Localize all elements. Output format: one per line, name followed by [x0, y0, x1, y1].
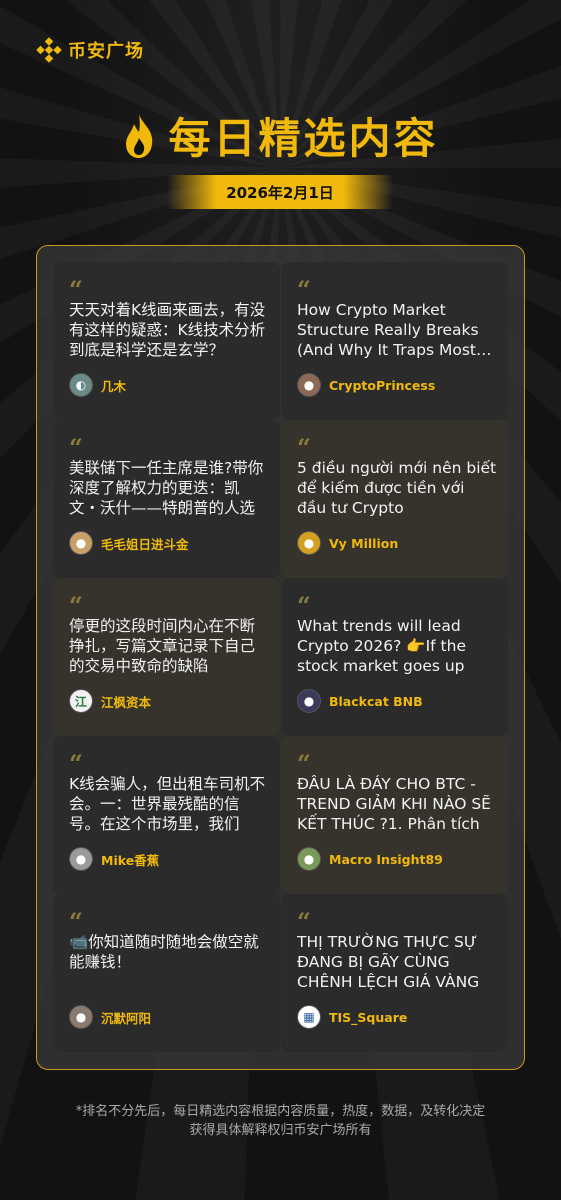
card-6[interactable]: “ What trends will lead Crypto 2026? 👉If… [281, 578, 508, 736]
author-name: Macro Insight89 [329, 851, 443, 867]
card-text: 📹你知道随时随地会做空就能赚钱！ [69, 933, 259, 971]
card-text: 停更的这段时间内心在不断挣扎，写篇文章记录下自己的交易中致命的缺陷 [69, 617, 256, 675]
author-name: Mike香蕉 [101, 852, 160, 868]
card-3[interactable]: “ 美联储下一任主席是谁?带你深度了解权力的更迭：凯文・沃什——特朗普的人选 ●… [53, 420, 280, 578]
avatar-icon: ● [297, 689, 321, 713]
flame-icon [126, 113, 153, 158]
avatar-icon: ▦ [297, 1005, 321, 1029]
card-8[interactable]: “ ĐÂU LÀ ĐÁY CHO BTC - TREND GIẢM KHI NÀ… [281, 736, 508, 894]
card-7[interactable]: “ K线会骗人，但出租车司机不会。一：世界最残酷的信号。在这个市场里，我们 ● … [53, 736, 280, 894]
card-author[interactable]: ● Macro Insight89 [297, 847, 443, 871]
featured-panel: “ 天天对着K线画来画去，有没有这样的疑惑：K线技术分析到底是科学还是玄学？ ◐… [36, 245, 525, 1070]
author-name: 江枫资本 [101, 694, 152, 710]
avatar-icon: ● [297, 373, 321, 397]
brand-name: 币安广场 [68, 41, 144, 62]
card-text: K线会骗人，但出租车司机不会。一：世界最残酷的信号。在这个市场里，我们 [69, 775, 266, 833]
footnote-line-2: 获得具体解释权归币安广场所有 [189, 1123, 372, 1138]
quote-icon: “ [69, 433, 83, 462]
quote-icon: “ [69, 907, 83, 936]
avatar-icon: ● [69, 847, 93, 871]
date-banner: 2026年2月1日 [167, 175, 393, 209]
quote-icon: “ [297, 907, 311, 936]
page-title: 每日精选内容 [168, 114, 439, 163]
card-9[interactable]: “ 📹你知道随时随地会做空就能赚钱！ ● 沉默阿阳 [53, 894, 280, 1052]
card-author[interactable]: 江 江枫资本 [69, 689, 151, 713]
card-text: 5 điều người mới nên biết để kiếm được t… [297, 459, 497, 517]
card-4[interactable]: “ 5 điều người mới nên biết để kiếm được… [281, 420, 508, 578]
card-author[interactable]: ● 沉默阿阳 [69, 1005, 151, 1029]
card-text: 美联储下一任主席是谁?带你深度了解权力的更迭：凯文・沃什——特朗普的人选 [69, 459, 264, 517]
card-2[interactable]: “ How Crypto Market Structure Really Bre… [281, 262, 508, 420]
card-1[interactable]: “ 天天对着K线画来画去，有没有这样的疑惑：K线技术分析到底是科学还是玄学？ ◐… [53, 262, 280, 420]
brand-header[interactable]: 币安广场 [36, 37, 144, 63]
card-author[interactable]: ● CryptoPrincess [297, 373, 435, 397]
quote-icon: “ [69, 749, 83, 778]
card-10[interactable]: “ THỊ TRƯỜNG THỰC SỰ ĐANG BỊ GÃY CÙNG CH… [281, 894, 508, 1052]
card-text: ĐÂU LÀ ĐÁY CHO BTC - TREND GIẢM KHI NÀO … [297, 775, 491, 833]
date-label: 2026年2月1日 [226, 183, 334, 202]
headline: 每日精选内容 [0, 105, 561, 166]
author-name: 毛毛姐日进斗金 [101, 536, 189, 552]
card-author[interactable]: ● Blackcat BNB [297, 689, 423, 713]
quote-icon: “ [297, 275, 311, 304]
card-author[interactable]: ▦ TIS_Square [297, 1005, 407, 1029]
avatar-icon: ● [69, 1005, 93, 1029]
avatar-icon: 江 [69, 689, 93, 713]
avatar-icon: ● [69, 531, 93, 555]
card-author[interactable]: ● Vy Million [297, 531, 398, 555]
quote-icon: “ [297, 591, 311, 620]
card-text: THỊ TRƯỜNG THỰC SỰ ĐANG BỊ GÃY CÙNG CHÊN… [297, 933, 480, 991]
quote-icon: “ [297, 433, 311, 462]
card-text: 天天对着K线画来画去，有没有这样的疑惑：K线技术分析到底是科学还是玄学？ [69, 301, 266, 359]
avatar-icon: ● [297, 847, 321, 871]
author-name: TIS_Square [329, 1009, 408, 1025]
card-author[interactable]: ◐ 几木 [69, 373, 126, 397]
avatar-icon: ● [297, 531, 321, 555]
binance-logo-icon [36, 37, 62, 63]
card-author[interactable]: ● 毛毛姐日进斗金 [69, 531, 189, 555]
author-name: Vy Million [329, 535, 399, 551]
quote-icon: “ [297, 749, 311, 778]
author-name: CryptoPrincess [329, 377, 436, 393]
card-text: How Crypto Market Structure Really Break… [297, 301, 479, 359]
avatar-icon: ◐ [69, 373, 93, 397]
footnote: *排名不分先后，每日精选内容根据内容质量，热度，数据，及转化决定 获得具体解释权… [0, 1102, 561, 1140]
card-text: What trends will lead Crypto 2026? 👉If t… [297, 617, 466, 675]
author-name: 沉默阿阳 [101, 1010, 152, 1026]
card-author[interactable]: ● Mike香蕉 [69, 847, 159, 871]
quote-icon: “ [69, 591, 83, 620]
author-name: 几木 [101, 378, 127, 394]
author-name: Blackcat BNB [329, 693, 423, 709]
card-5[interactable]: “ 停更的这段时间内心在不断挣扎，写篇文章记录下自己的交易中致命的缺陷 江 江枫… [53, 578, 280, 736]
footnote-line-1: *排名不分先后，每日精选内容根据内容质量，热度，数据，及转化决定 [75, 1104, 486, 1119]
quote-icon: “ [69, 275, 83, 304]
